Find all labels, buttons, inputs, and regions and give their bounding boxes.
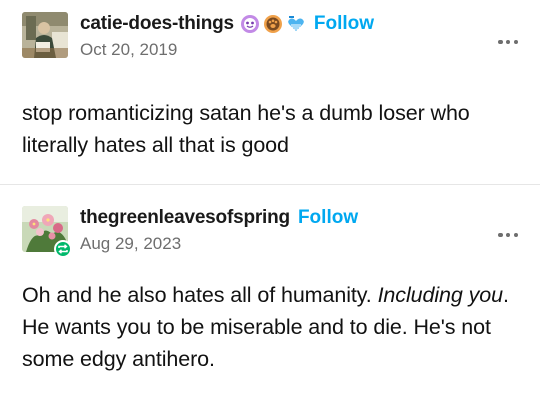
post-catie-does-things: catie-does-things Follow Oct 20, 2019 st… — [0, 0, 540, 184]
post-date[interactable]: Aug 29, 2023 — [80, 234, 181, 254]
emphasized-text: Including you — [377, 283, 504, 307]
dot — [513, 232, 518, 238]
painting-avatar-icon — [22, 12, 68, 58]
dot — [498, 232, 503, 238]
dot — [513, 39, 518, 45]
username[interactable]: thegreenleavesofspring — [80, 207, 290, 229]
post-body: Oh and he also hates all of humanity. In… — [22, 279, 522, 375]
post-body: stop romanticizing satan he's a dumb los… — [22, 101, 470, 157]
blue-heart-badge-icon[interactable] — [286, 14, 306, 34]
username[interactable]: catie-does-things — [80, 13, 234, 35]
more-options-icon[interactable] — [498, 39, 518, 45]
dot — [505, 39, 511, 45]
avatar[interactable] — [22, 12, 68, 58]
post-header: thegreenleavesofspring Follow — [80, 207, 358, 229]
dot — [498, 39, 503, 45]
post-date[interactable]: Oct 20, 2019 — [80, 40, 177, 60]
follow-button[interactable]: Follow — [314, 13, 374, 35]
reblog-icon — [54, 240, 72, 258]
post-header: catie-does-things Follow — [80, 13, 374, 35]
follow-button[interactable]: Follow — [298, 207, 358, 229]
post-thegreenleavesofspring: thegreenleavesofspring Follow Aug 29, 20… — [0, 184, 540, 411]
reblog-arrows-icon — [58, 244, 68, 254]
body-line: Oh and he also hates all of humanity. — [22, 283, 372, 307]
dot — [505, 232, 511, 238]
badge-group — [240, 14, 306, 34]
more-options-icon[interactable] — [498, 232, 518, 238]
orange-paw-badge-icon[interactable] — [263, 14, 283, 34]
purple-sticker-badge-icon[interactable] — [240, 14, 260, 34]
